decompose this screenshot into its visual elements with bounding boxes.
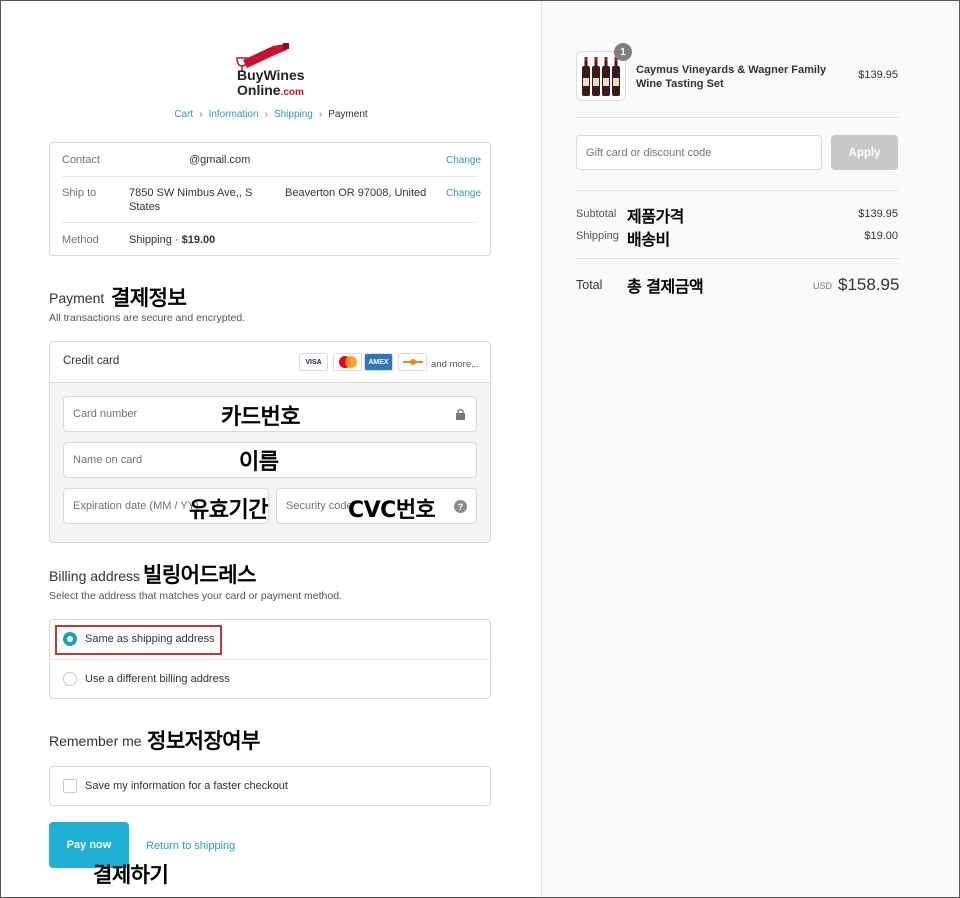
method-text: Shipping · — [129, 234, 182, 246]
payment-title-annotation: 결제정보 — [111, 286, 187, 310]
subtotal-annotation: 제품가격 — [627, 207, 684, 226]
billing-title-annotation: 빌링어드레스 — [143, 563, 256, 587]
billing-different-label: Use a different billing address — [85, 673, 230, 685]
method-label: Method — [62, 234, 99, 246]
product-name: Caymus Vineyards & Wagner Family Wine Ta… — [636, 64, 827, 90]
order-summary: 1 Caymus Vineyards & Wagner Family Wine … — [541, 1, 959, 897]
currency-label: USD — [813, 281, 833, 291]
discover-mark-icon — [402, 359, 423, 365]
logo-text: BuyWines Online.com — [237, 68, 305, 100]
logo-line2: Online — [237, 82, 281, 98]
change-address-link[interactable]: Change — [446, 188, 481, 199]
ship-to-line1b: Beaverton OR 97008, United — [285, 187, 427, 199]
review-block: Contact @gmail.com Change Ship to 7850 S… — [49, 142, 491, 256]
remember-title: Remember me — [49, 733, 142, 749]
chevron-right-icon: › — [199, 109, 203, 120]
billing-title: Billing address — [49, 568, 141, 584]
total-label: Total — [576, 278, 603, 292]
change-contact-link[interactable]: Change — [446, 155, 481, 166]
gift-card-input[interactable]: Gift card or discount code — [576, 135, 822, 170]
pay-annotation: 결제하기 — [93, 863, 169, 887]
contact-value: @gmail.com — [189, 154, 251, 166]
shipping-value: $19.00 — [864, 230, 898, 242]
gift-placeholder: Gift card or discount code — [586, 146, 712, 159]
product-price: $139.95 — [858, 69, 898, 81]
save-info-label: Save my information for a faster checkou… — [85, 780, 288, 792]
shipping-annotation: 배송비 — [627, 230, 670, 249]
expiration-annotation: 유효기간 — [189, 498, 268, 523]
shipping-label: Shipping — [576, 230, 619, 242]
subtotal-label: Subtotal — [576, 208, 617, 220]
contact-label: Contact — [62, 154, 100, 166]
divider — [62, 222, 478, 223]
subtotal-value: $139.95 — [858, 208, 898, 220]
apply-button[interactable]: Apply — [831, 135, 898, 170]
discover-icon — [398, 353, 427, 371]
expiration-placeholder: Expiration date (MM / YY) — [73, 500, 199, 512]
billing-different-option[interactable]: Use a different billing address — [50, 660, 490, 698]
and-more-label: and more... — [431, 359, 480, 370]
logo-suffix: .com — [280, 87, 304, 98]
store-logo[interactable]: BuyWines Online.com — [231, 42, 315, 98]
lock-icon — [456, 408, 465, 420]
total-value: $158.95 — [838, 275, 900, 294]
method-value: Shipping · $19.00 — [129, 234, 215, 246]
security-annotation: CVC번호 — [348, 498, 436, 523]
ship-to-line2: States — [129, 201, 161, 213]
remember-box: Save my information for a faster checkou… — [49, 766, 491, 806]
billing-subtitle: Select the address that matches your car… — [49, 590, 342, 602]
breadcrumb-information[interactable]: Information — [209, 109, 259, 120]
mastercard-circles-icon — [338, 356, 357, 368]
security-placeholder: Security code — [286, 500, 353, 512]
chevron-right-icon: › — [318, 109, 323, 120]
payment-subtitle: All transactions are secure and encrypte… — [49, 312, 246, 324]
billing-different-radio[interactable] — [63, 672, 77, 686]
selection-highlight — [55, 625, 222, 655]
divider — [576, 258, 898, 259]
amex-icon: AMEX — [364, 353, 393, 371]
name-annotation: 이름 — [239, 450, 279, 475]
quantity-badge: 1 — [614, 43, 632, 61]
chevron-right-icon: › — [264, 109, 268, 120]
return-to-shipping-link[interactable]: Return to shipping — [146, 840, 235, 852]
breadcrumb-payment: Payment — [328, 109, 368, 120]
divider — [576, 117, 898, 118]
remember-title-annotation: 정보저장여부 — [147, 729, 260, 753]
card-number-placeholder: Card number — [73, 408, 138, 420]
breadcrumb: Cart › Information › Shipping › Payment — [1, 109, 541, 120]
ship-to-label: Ship to — [62, 187, 97, 199]
checkout-main: BuyWines Online.com Cart › Information › Shi… — [1, 1, 541, 897]
method-price: $19.00 — [181, 234, 216, 246]
card-number-annotation: 카드번호 — [221, 405, 300, 430]
save-info-checkbox[interactable] — [63, 779, 77, 793]
divider — [62, 176, 478, 177]
payment-title: Payment — [49, 290, 105, 306]
breadcrumb-shipping[interactable]: Shipping — [274, 109, 313, 120]
credit-card-header[interactable]: Credit card VISA AMEX and more... — [50, 342, 490, 383]
ship-to-line1: 7850 SW Nimbus Ave,, S — [129, 187, 253, 199]
mastercard-icon — [333, 353, 362, 371]
visa-icon: VISA — [299, 353, 328, 371]
total-annotation: 총 결제금액 — [627, 277, 704, 296]
name-placeholder: Name on card — [73, 454, 143, 466]
breadcrumb-cart[interactable]: Cart — [174, 109, 193, 120]
logo-line1: BuyWines — [237, 67, 305, 83]
help-icon[interactable]: ? — [454, 500, 467, 513]
credit-card-label: Credit card — [63, 355, 120, 367]
divider — [576, 190, 898, 191]
